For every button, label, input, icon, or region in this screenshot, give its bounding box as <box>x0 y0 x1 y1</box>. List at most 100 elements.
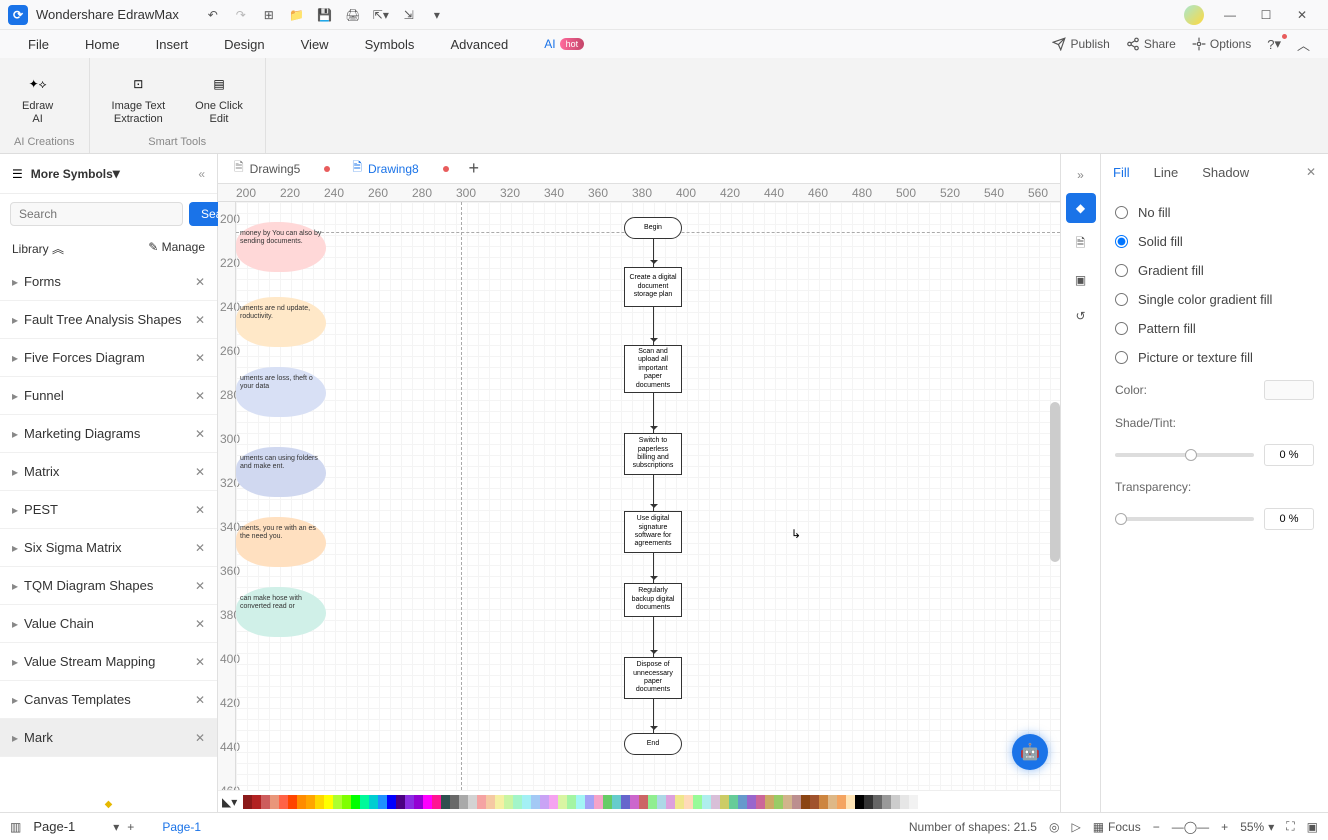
color-swatch[interactable] <box>576 795 585 809</box>
zoom-slider[interactable]: —◯— <box>1172 820 1209 834</box>
color-swatch[interactable] <box>828 795 837 809</box>
dock-style-button[interactable]: ◆ <box>1066 193 1096 223</box>
page-tab[interactable]: Page-1 <box>162 820 201 834</box>
publish-button[interactable]: Publish <box>1052 37 1109 51</box>
color-swatch[interactable] <box>279 795 288 809</box>
color-swatch[interactable] <box>324 795 333 809</box>
color-swatch[interactable] <box>648 795 657 809</box>
note-blob[interactable]: can make hose with converted read or <box>236 587 326 637</box>
library-item[interactable]: ▸Forms✕ <box>0 263 217 301</box>
library-item[interactable]: ▸TQM Diagram Shapes✕ <box>0 567 217 605</box>
target-icon[interactable]: ◎ <box>1049 820 1059 834</box>
color-swatch[interactable] <box>306 795 315 809</box>
color-swatch[interactable] <box>369 795 378 809</box>
library-item[interactable]: ▸Value Chain✕ <box>0 605 217 643</box>
close-icon[interactable]: ✕ <box>195 693 205 707</box>
scrollbar-vertical[interactable] <box>1050 402 1060 562</box>
color-swatch[interactable] <box>855 795 864 809</box>
color-swatch[interactable] <box>252 795 261 809</box>
menu-file[interactable]: File <box>10 30 67 58</box>
note-blob[interactable]: uments are loss, theft o your data <box>236 367 326 417</box>
transparency-value[interactable]: 0 % <box>1264 508 1314 530</box>
one-click-edit-button[interactable]: ▤ One Click Edit <box>187 66 251 136</box>
library-item[interactable]: ▸Fault Tree Analysis Shapes✕ <box>0 301 217 339</box>
search-input[interactable] <box>10 202 183 226</box>
user-avatar[interactable] <box>1184 5 1204 25</box>
minimize-button[interactable]: — <box>1212 0 1248 30</box>
color-swatch[interactable] <box>495 795 504 809</box>
manage-link[interactable]: ✎ Manage <box>148 240 205 257</box>
close-icon[interactable]: ✕ <box>195 275 205 289</box>
color-swatch[interactable] <box>378 795 387 809</box>
close-icon[interactable]: ✕ <box>195 351 205 365</box>
close-icon[interactable]: ✕ <box>195 503 205 517</box>
dock-history-button[interactable]: ↺ <box>1066 301 1096 331</box>
menu-home[interactable]: Home <box>67 30 138 58</box>
note-blob[interactable]: money by You can also by sending documen… <box>236 222 326 272</box>
shade-slider[interactable] <box>1115 453 1254 457</box>
color-swatch[interactable] <box>864 795 873 809</box>
options-button[interactable]: Options <box>1192 37 1251 51</box>
color-swatch[interactable] <box>333 795 342 809</box>
close-button[interactable]: ✕ <box>1284 0 1320 30</box>
color-swatch[interactable] <box>432 795 441 809</box>
color-swatch[interactable] <box>747 795 756 809</box>
color-swatch[interactable] <box>693 795 702 809</box>
color-swatch[interactable] <box>585 795 594 809</box>
color-swatch[interactable] <box>666 795 675 809</box>
ai-assistant-fab[interactable]: 🤖 <box>1012 734 1048 770</box>
color-swatch[interactable] <box>792 795 801 809</box>
library-item[interactable]: ▸Value Stream Mapping✕ <box>0 643 217 681</box>
collapse-ribbon-button[interactable]: ︿ <box>1297 35 1310 54</box>
radio-pattern-fill[interactable] <box>1115 322 1128 335</box>
menu-advanced[interactable]: Advanced <box>432 30 526 58</box>
close-icon[interactable]: ✕ <box>195 579 205 593</box>
sidebar-collapse-icon[interactable]: « <box>198 167 205 181</box>
close-icon[interactable]: ✕ <box>195 541 205 555</box>
print-icon[interactable]: 🖨 <box>341 3 365 27</box>
color-swatch[interactable] <box>756 795 765 809</box>
close-icon[interactable]: ✕ <box>195 313 205 327</box>
transparency-slider[interactable] <box>1115 517 1254 521</box>
library-item[interactable]: ▸PEST✕ <box>0 491 217 529</box>
zoom-in-button[interactable]: + <box>1221 820 1228 834</box>
radio-solid-fill[interactable] <box>1115 235 1128 248</box>
dock-page-button[interactable]: 🗎 <box>1066 229 1096 259</box>
color-swatch[interactable] <box>900 795 909 809</box>
dock-image-button[interactable]: ▣ <box>1066 265 1096 295</box>
maximize-button[interactable]: ☐ <box>1248 0 1284 30</box>
color-swatch[interactable] <box>846 795 855 809</box>
close-icon[interactable]: ✕ <box>195 465 205 479</box>
color-swatch[interactable] <box>729 795 738 809</box>
color-swatch[interactable] <box>549 795 558 809</box>
panel-close-button[interactable]: ✕ <box>1306 165 1316 179</box>
eyedropper-icon[interactable]: ◣▾ <box>222 795 237 809</box>
close-icon[interactable]: ✕ <box>195 617 205 631</box>
color-swatch[interactable] <box>783 795 792 809</box>
color-swatch[interactable] <box>261 795 270 809</box>
library-item[interactable]: ▸Mark✕ <box>0 719 217 757</box>
library-toggle[interactable]: Library ︽ <box>12 240 64 257</box>
add-page-button[interactable]: + <box>127 820 134 834</box>
color-swatch[interactable] <box>477 795 486 809</box>
color-swatch[interactable] <box>405 795 414 809</box>
color-swatch[interactable] <box>297 795 306 809</box>
undo-icon[interactable]: ↶ <box>201 3 225 27</box>
color-swatch[interactable] <box>270 795 279 809</box>
edraw-ai-button[interactable]: ✦⟡ Edraw AI <box>14 66 61 136</box>
radio-gradient-fill[interactable] <box>1115 264 1128 277</box>
color-swatch[interactable] <box>342 795 351 809</box>
color-swatch[interactable] <box>774 795 783 809</box>
canvas[interactable]: money by You can also by sending documen… <box>236 202 1060 790</box>
color-swatch[interactable] <box>396 795 405 809</box>
shade-value[interactable]: 0 % <box>1264 444 1314 466</box>
flowchart-step[interactable]: Switch to paperless billing and subscrip… <box>624 433 682 475</box>
menu-ai[interactable]: AIhot <box>526 30 602 58</box>
library-item[interactable]: ▸Funnel✕ <box>0 377 217 415</box>
library-item[interactable]: ▸Canvas Templates✕ <box>0 681 217 719</box>
note-blob[interactable]: uments can using folders and make ent. <box>236 447 326 497</box>
color-swatch[interactable] <box>351 795 360 809</box>
color-swatch[interactable] <box>837 795 846 809</box>
color-swatch[interactable] <box>387 795 396 809</box>
color-swatch[interactable] <box>504 795 513 809</box>
